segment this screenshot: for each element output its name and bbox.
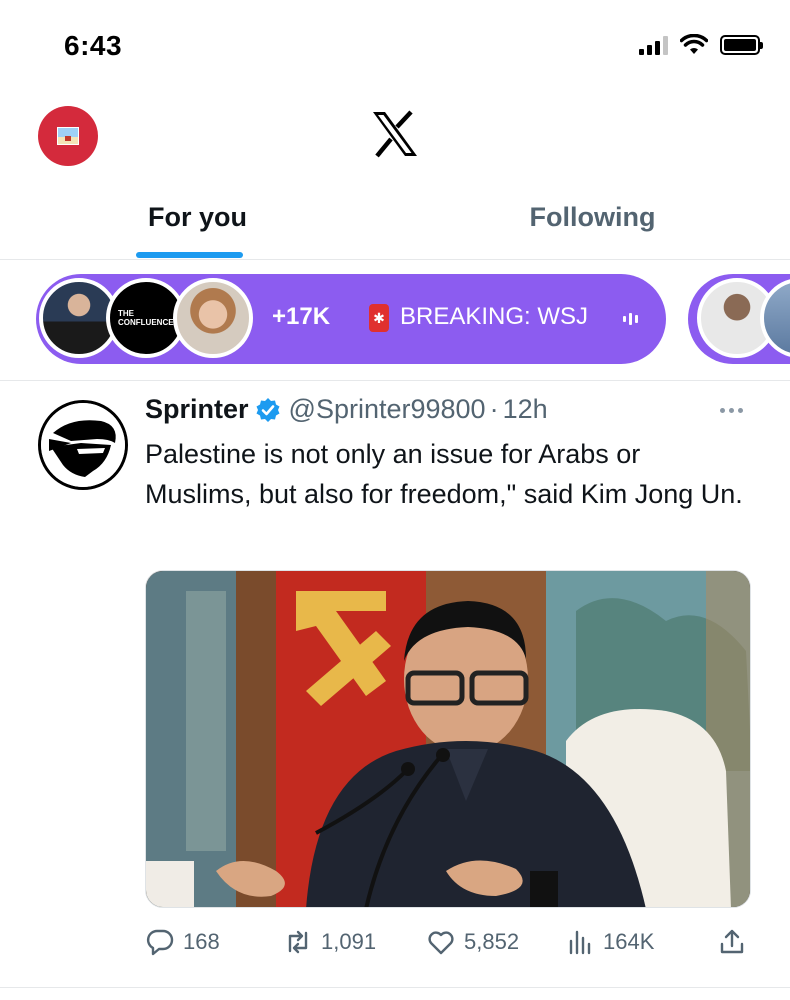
x-logo-icon[interactable] [370,110,420,158]
tweet-text: Palestine is not only an issue for Arabs… [145,439,743,509]
author-handle[interactable]: @Sprinter99800 [289,394,486,425]
timeline-tabs: For you Following [0,180,790,260]
space-listener-count: +17K [272,303,331,330]
like-count: 5,852 [464,929,520,954]
live-space-card-next[interactable] [688,274,790,364]
space-title: BREAKING: WSJ [400,303,589,330]
reply-icon [146,929,174,956]
status-icons [639,34,763,56]
analytics-icon [569,930,591,955]
status-bar: 6:43 [0,0,790,90]
more-options-icon[interactable] [720,408,743,413]
reply-button[interactable]: 168 [145,927,220,957]
tweet-media-image[interactable] [145,570,751,908]
battery-icon [720,35,763,55]
active-tab-indicator [136,252,243,258]
spaces-bar: THE CONFLUENCE +17K ✱ BREAKING: WSJ [0,261,790,381]
heart-icon [428,931,454,955]
sprinter-logo-icon [41,403,125,487]
tab-following[interactable]: Following [395,180,790,259]
media-photo [146,571,750,907]
share-button[interactable] [717,927,747,957]
space-speaker-avatar [173,278,253,358]
tweet-timestamp[interactable]: 12h [503,394,548,425]
repost-icon [288,930,308,954]
tab-for-you[interactable]: For you [0,180,395,259]
wifi-icon [680,34,708,54]
views-button[interactable]: 164K [565,927,654,957]
share-icon [720,929,744,954]
reply-count: 168 [183,929,220,954]
tweet-header: Sprinter @Sprinter99800 · 12h [145,394,548,425]
repost-count: 1,091 [321,929,377,954]
breaking-news-icon: ✱ [369,304,389,332]
repost-button[interactable]: 1,091 [283,927,376,957]
tweet-actions: 168 1,091 5,852 164K [145,927,755,961]
like-button[interactable]: 5,852 [426,927,519,957]
tab-following-label: Following [529,202,656,232]
live-audio-icon [608,308,652,330]
meta-separator: · [489,394,499,424]
view-count: 164K [603,929,655,954]
tab-for-you-label: For you [148,202,247,232]
author-display-name[interactable]: Sprinter [145,394,249,425]
app-header [0,90,790,180]
profile-avatar[interactable] [38,106,98,166]
cellular-signal-icon [639,35,668,55]
live-space-card[interactable]: THE CONFLUENCE +17K ✱ BREAKING: WSJ [36,274,666,364]
tweet[interactable]: Sprinter @Sprinter99800 · 12h Palestine … [0,382,790,988]
tweet-author-avatar[interactable] [38,400,128,490]
status-time: 6:43 [64,30,123,61]
verified-badge-icon [256,397,280,422]
